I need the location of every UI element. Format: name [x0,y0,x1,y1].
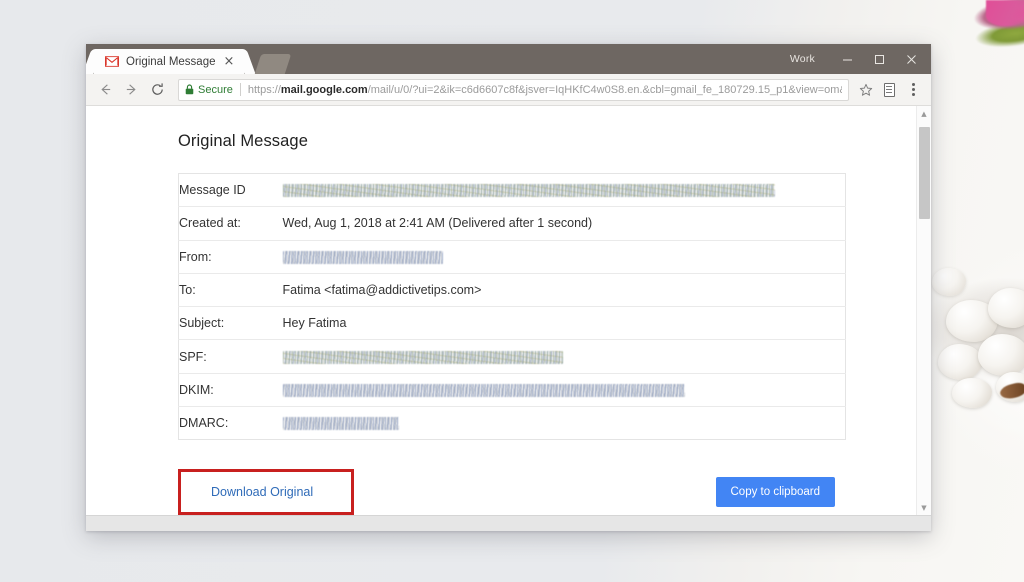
close-icon [906,54,916,64]
page-viewport: Original Message Message ID Created at: We… [86,106,931,515]
table-row: Subject: Hey Fatima [178,306,846,340]
forward-button[interactable] [118,77,144,103]
detail-label: DMARC: [178,406,283,440]
back-button[interactable] [92,77,118,103]
extension-button[interactable] [877,77,901,103]
reload-button[interactable] [144,77,170,103]
gmail-icon [105,56,119,67]
redacted-text [282,184,775,198]
browser-title-bar: Original Message × Work [86,44,931,74]
maximize-icon [874,54,884,64]
browser-toolbar: Secure https://mail.google.com/mail/u/0/… [86,74,931,106]
detail-value-redacted [282,406,846,440]
table-row: Message ID [179,174,846,207]
window-controls: Work [790,44,931,74]
detail-value-redacted [282,339,846,374]
pebble-decoration [952,378,992,408]
url-text: https://mail.google.com/mail/u/0/?ui=2&i… [248,84,842,96]
profile-label[interactable]: Work [790,53,815,65]
bookmark-star-button[interactable] [855,77,877,103]
annotation-highlight-box: Download Original [178,469,355,515]
detail-label: Subject: [178,306,283,340]
table-row: DKIM: [178,372,846,407]
message-details-table: Message ID Created at: Wed, Aug 1, 2018 at… [178,173,846,441]
action-row: Download Original Copy to clipboard [178,469,846,515]
detail-label: From: [178,239,283,274]
table-row: From: [178,239,846,274]
download-original-link[interactable]: Download Original [211,485,313,499]
tab-title: Original Message [126,55,216,68]
minimize-button[interactable] [831,44,863,74]
pebble-decoration [932,268,966,296]
pebble-decoration [978,334,1024,376]
secure-label: Secure [198,83,233,96]
three-dot-menu-icon [911,83,915,96]
tab-close-icon[interactable]: × [223,55,234,68]
extension-icon [883,82,895,97]
detail-label: To: [178,272,283,307]
detail-value-redacted [282,372,846,407]
detail-label: Created at: [178,206,283,241]
omnibox-divider [239,83,241,96]
web-page-content: Original Message Message ID Created at: We… [86,106,916,515]
redacted-text [282,250,443,264]
window-bottom-strip [86,515,931,531]
minimize-icon [842,59,852,60]
detail-value: Wed, Aug 1, 2018 at 2:41 AM (Delivered a… [282,206,846,241]
pebble-decoration [938,344,982,380]
table-row: Created at: Wed, Aug 1, 2018 at 2:41 AM (… [178,206,846,241]
redacted-text [282,417,399,431]
browser-window: Original Message × Work Secure https://m… [86,44,931,531]
detail-label: SPF: [178,339,283,374]
tab-original-message[interactable]: Original Message × [94,49,245,74]
page-title: Original Message [178,132,308,150]
star-icon [859,83,873,96]
address-bar[interactable]: Secure https://mail.google.com/mail/u/0/… [178,78,849,101]
flower-petal-tip-icon [986,0,1024,26]
detail-value-redacted [282,174,846,207]
url-host: mail.google.com [280,83,368,96]
table-row: SPF: [178,339,846,374]
scroll-up-button[interactable]: ▲ [917,106,932,121]
detail-value: Hey Fatima [282,306,846,340]
forward-arrow-icon [126,84,136,95]
scroll-down-button[interactable]: ▼ [917,500,932,515]
reload-icon [151,83,163,95]
redacted-text [282,384,685,398]
detail-label: Message ID [179,183,246,198]
copy-to-clipboard-button[interactable]: Copy to clipboard [715,477,835,508]
detail-value: Fatima <fatima@addictivetips.com> [282,272,846,307]
scrollbar-track[interactable] [917,121,932,500]
close-button[interactable] [895,44,927,74]
message-details-body: Message ID Created at: Wed, Aug 1, 2018 at… [178,174,846,440]
url-path: /mail/u/0/?ui=2&ik=c6d6607c8f&jsver=IqHK… [367,83,842,96]
lock-icon [185,84,194,95]
detail-label: DKIM: [178,372,283,407]
tab-strip: Original Message × [86,44,790,74]
back-arrow-icon [100,84,110,95]
table-row: To: Fatima <fatima@addictivetips.com> [178,272,846,307]
redacted-text [282,350,563,364]
detail-value-redacted [282,239,846,274]
desktop-background: Original Message × Work Secure https://m… [0,0,1024,582]
table-row: DMARC: [178,406,846,440]
chrome-menu-button[interactable] [901,77,925,103]
new-tab-button[interactable] [255,54,292,74]
page-scrollbar[interactable]: ▲ ▼ [916,106,931,515]
maximize-button[interactable] [863,44,895,74]
url-prefix: https:// [247,83,281,96]
scrollbar-thumb[interactable] [918,127,930,219]
